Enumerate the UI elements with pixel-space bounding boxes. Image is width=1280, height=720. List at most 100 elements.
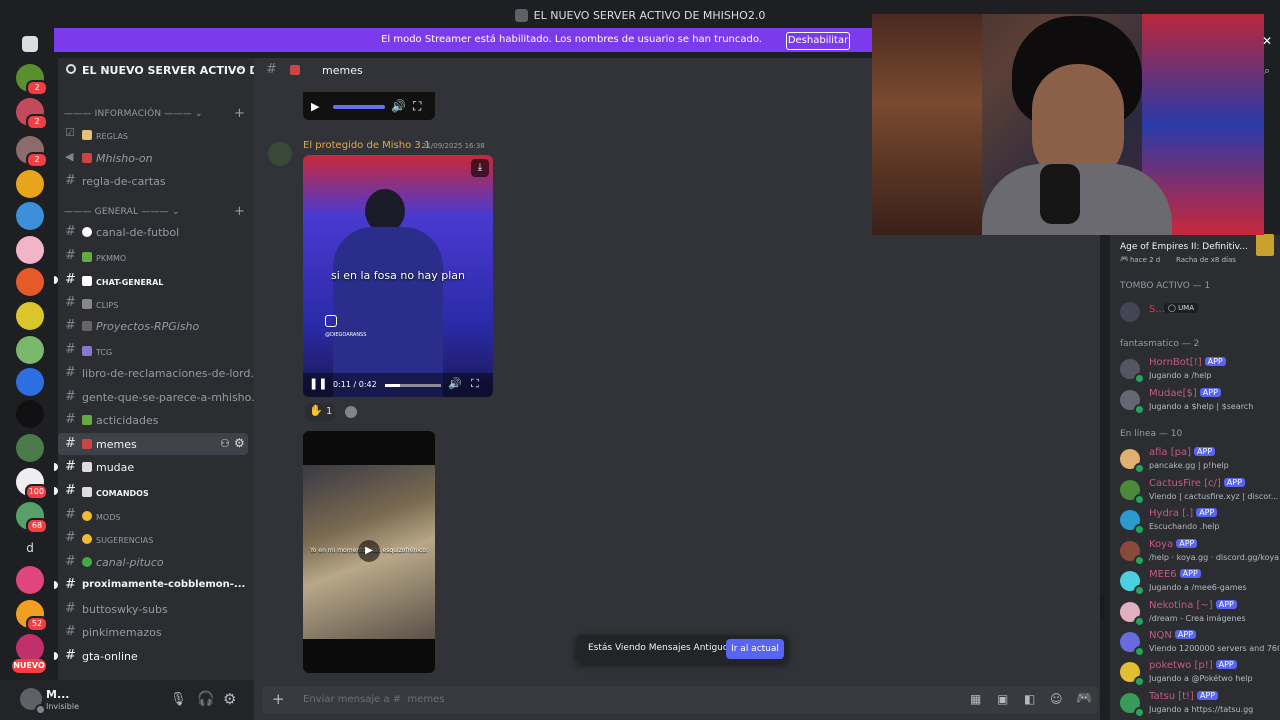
chat-scrollbar[interactable] — [1100, 595, 1104, 619]
reaction-chip[interactable]: ✋ 1 — [305, 403, 335, 421]
member-afia[interactable]: afia [pa] APP pancake.gg | p!help — [1120, 447, 1280, 475]
play-icon[interactable]: ▶ — [358, 540, 380, 562]
pause-icon[interactable]: ❚❚ — [309, 377, 327, 390]
member-poketwo[interactable]: poketwo [p!] APP Jugando a @Pokétwo help — [1120, 660, 1280, 688]
video-player-2[interactable]: Yo en mi momento más esquizofrénico: ▶ — [303, 431, 435, 673]
invite-icon[interactable]: ⚇ — [220, 437, 230, 450]
channel-pkmmo[interactable]: # PKMMO — [58, 245, 248, 267]
server-header[interactable]: EL NUEVO SERVER ACTIVO D... ⌄ — [58, 58, 271, 82]
gift-icon[interactable]: ▦ — [970, 692, 981, 706]
member-tombo[interactable]: S... ◯ UMA — [1120, 300, 1280, 328]
channel-canal-de-futbol[interactable]: # canal-de-futbol — [58, 221, 248, 243]
server-icon-5[interactable] — [16, 202, 44, 230]
channel-libro-de-reclamaciones[interactable]: # libro-de-reclamaciones-de-lord... — [58, 362, 261, 384]
add-reaction-icon[interactable] — [345, 406, 357, 418]
channel-memes[interactable]: # memes ⚇ ⚙ — [58, 433, 248, 455]
message-avatar[interactable] — [268, 142, 292, 166]
attach-plus-icon[interactable]: + — [272, 690, 285, 708]
close-icon[interactable]: ✕ — [1262, 34, 1272, 48]
window-title: EL NUEVO SERVER ACTIVO DE MHISHO2.0 — [533, 9, 766, 22]
member-koya[interactable]: Koya APP/help · koya.gg · discord.gg/koya — [1120, 539, 1280, 567]
apps-icon[interactable]: 🎮 — [1076, 691, 1092, 706]
previous-media-player[interactable]: ▶ 🔊 ⛶ — [303, 92, 435, 120]
member-cactusfire[interactable]: CactusFire [c/] APP Viendo | cactusfire.xy… — [1120, 478, 1280, 506]
channel-mhisho-on[interactable]: ◀ Mhisho-on — [58, 147, 248, 169]
server-icon-10[interactable] — [16, 368, 44, 396]
volume-icon[interactable]: 🔊 — [448, 377, 462, 390]
channel-mudae[interactable]: # mudae — [54, 456, 248, 478]
channel-proyectos-rpgisho[interactable]: # Proyectos-RPGisho — [58, 315, 248, 337]
server-icon-14[interactable]: 68 — [16, 502, 48, 534]
jump-to-present-button[interactable]: Ir al actual — [726, 639, 784, 659]
member-hydra[interactable]: Hydra [.] APP Escuchando .help — [1120, 508, 1280, 536]
discord-home-icon[interactable] — [22, 36, 38, 52]
channel-pinkimemazos[interactable]: # pinkimemazos — [58, 621, 248, 643]
server-icon-1[interactable]: 2 — [16, 64, 48, 96]
server-icon-9[interactable] — [16, 336, 44, 364]
video-person-body — [333, 227, 443, 397]
video-controls: ❚❚ 0:11 / 0:42 🔊 ⛶ — [303, 373, 493, 397]
channel-buttoswky-subs[interactable]: # buttoswky-subs — [58, 598, 248, 620]
gear-icon[interactable]: ⚙ — [234, 436, 245, 450]
channel-proximamente-cobblemon[interactable]: # proximamente-cobblemon-... — [54, 574, 248, 596]
play-icon[interactable]: ▶ — [311, 100, 319, 113]
fullscreen-icon[interactable]: ⛶ — [413, 99, 421, 114]
server-icon-18[interactable] — [16, 634, 44, 662]
download-icon[interactable]: ⤓ — [471, 159, 489, 177]
hash-icon: # — [65, 389, 76, 404]
channel-sugerencias[interactable]: # SUGERENCIAS — [58, 527, 248, 549]
activity-game: Age of Empires II: Definitiv... — [1120, 242, 1248, 252]
search-icon[interactable]: ⌕ — [1264, 64, 1270, 78]
category-info[interactable]: ——— INFORMACIÓN ——— ⌄ — [64, 109, 203, 119]
channel-tcg[interactable]: # TCG — [58, 339, 248, 361]
server-icon-7[interactable] — [16, 268, 44, 296]
server-icon-11[interactable] — [16, 400, 44, 428]
server-icon-16[interactable] — [16, 566, 44, 594]
headphones-icon[interactable]: 🎧 — [197, 691, 214, 707]
add-channel-icon[interactable]: + — [234, 106, 245, 121]
server-icon-13[interactable]: 100 — [16, 468, 48, 500]
video-player[interactable]: si en la fosa no hay plan @DIEGOARANSS ⤓… — [303, 155, 493, 397]
member-mudae[interactable]: Mudae[$] APP Jugando a $help | $search — [1120, 388, 1280, 416]
sticker-icon[interactable]: ◧ — [1024, 692, 1035, 706]
video-progress-track[interactable] — [385, 384, 441, 387]
volume-slider[interactable] — [333, 105, 385, 109]
channel-chat-general[interactable]: # CHAT-GENERAL — [54, 269, 248, 291]
category-general[interactable]: ——— GENERAL ——— ⌄ — [64, 207, 180, 217]
channel-acticidades[interactable]: # acticidades — [58, 409, 248, 431]
member-nekotina[interactable]: Nekotina [~] APP/dream - Crea imágenes — [1120, 600, 1280, 628]
member-mee6[interactable]: MEE6 APP Jugando a /mee6-games — [1120, 569, 1280, 597]
channel-reglas[interactable]: ☑ REGLAS — [58, 123, 248, 145]
server-icon-6[interactable] — [16, 236, 44, 264]
channel-regla-de-cartas[interactable]: # regla-de-cartas — [58, 170, 248, 192]
server-icon-8[interactable] — [16, 302, 44, 330]
gif-icon[interactable]: ▣ — [997, 692, 1008, 706]
channel-clips[interactable]: # CLIPS — [58, 292, 248, 314]
server-icon-4[interactable] — [16, 170, 44, 198]
server-icon-17[interactable]: 52 — [16, 600, 48, 632]
user-settings-gear-icon[interactable]: ⚙ — [223, 690, 236, 708]
emoji-icon[interactable]: ☺ — [1050, 692, 1063, 706]
disable-streamer-button[interactable]: Deshabilitar — [786, 32, 850, 50]
channel-mods[interactable]: # MODS — [58, 504, 248, 526]
channel-canal-pituco[interactable]: # canal-pituco — [58, 551, 248, 573]
member-tatsu[interactable]: Tatsu [t!] APP Jugando a https://tatsu.gg — [1120, 691, 1280, 719]
fullscreen-icon[interactable]: ⛶ — [471, 377, 479, 391]
server-icon-3[interactable]: 2 — [16, 136, 48, 168]
volume-icon[interactable]: 🔊 — [391, 99, 406, 113]
add-channel-icon[interactable]: + — [234, 204, 245, 219]
server-icon-12[interactable] — [16, 434, 44, 462]
server-icon-2[interactable]: 2 — [16, 98, 48, 130]
message-input[interactable]: Enviar mensaje a # memes — [303, 694, 445, 705]
microphone-icon[interactable]: 🎙 — [170, 692, 187, 707]
message-timestamp: 21/09/2025 16:38 — [422, 142, 485, 150]
channel-gente-que-se-parece[interactable]: # gente-que-se-parece-a-mhisho... — [58, 386, 262, 408]
server-icon-15[interactable]: d — [16, 534, 44, 562]
channel-gta-online[interactable]: # gta-online — [54, 645, 248, 667]
member-hornbot[interactable]: HornBot[!] APP Jugando a /help — [1120, 357, 1280, 385]
member-nqn[interactable]: NQNAPPViendo 1200000 servers and 7600... — [1120, 630, 1280, 658]
banner-text: El modo Streamer está habilitado. Los no… — [381, 34, 762, 45]
message-author[interactable]: El protegido de Misho 3.1 — [303, 140, 430, 151]
channel-comandos[interactable]: # COMANDOS — [54, 480, 248, 502]
activity-card[interactable]: Age of Empires II: Definitiv... 🎮 hace 2… — [1120, 234, 1275, 268]
